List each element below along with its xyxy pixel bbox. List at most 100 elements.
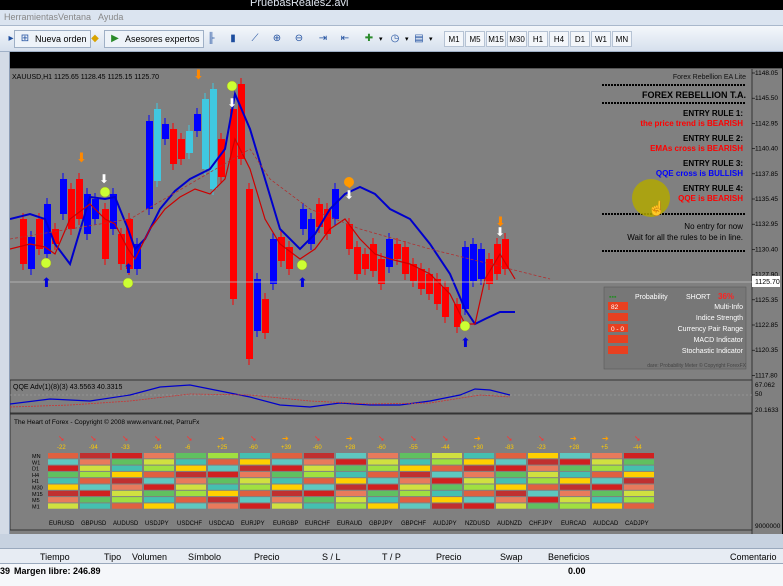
col-swap[interactable]: Swap [500, 552, 523, 562]
timeframe-m30[interactable]: M30 [507, 31, 527, 47]
heart-value: -60 [377, 445, 386, 451]
heart-cell [240, 471, 270, 478]
zoom-in-button[interactable]: ⊕ [266, 30, 288, 48]
total-profit: 0.00 [568, 566, 586, 576]
heart-cell [48, 484, 78, 490]
timeframe-d1[interactable]: D1 [570, 31, 590, 47]
menu-bar: Herramientas Ventana Ayuda [0, 10, 783, 26]
heart-cell [240, 503, 270, 509]
chart-window[interactable]: XAUUSD,H1 1125.65 1128.45 1125.15 1125.7… [10, 68, 782, 535]
timeframe-h1[interactable]: H1 [528, 31, 548, 47]
candle [354, 247, 361, 274]
candle [262, 299, 269, 333]
heart-pair-label: EURGBP [273, 521, 298, 527]
heart-cell [400, 471, 430, 478]
heart-cell [48, 453, 78, 459]
col-profit[interactable]: Beneficios [548, 552, 590, 562]
bar-chart-button[interactable]: ╟ [200, 30, 222, 48]
timeframe-w1[interactable]: W1 [591, 31, 611, 47]
heart-tf-label: D1 [32, 467, 39, 473]
new-order-button[interactable]: ⊞ Nueva orden [14, 30, 91, 48]
heart-pair-label: GBPUSD [81, 521, 107, 527]
heart-cell [368, 465, 398, 471]
heart-pair-label: AUDNZD [497, 521, 523, 527]
heart-tf-label: W1 [32, 460, 40, 466]
heart-cell [144, 478, 174, 484]
col-price[interactable]: Precio [254, 552, 280, 562]
heart-cell [432, 503, 462, 509]
qqe-axis-bottom: 20.1633 [755, 407, 779, 414]
candle [362, 254, 369, 269]
heart-cell [48, 465, 78, 471]
heart-cell [336, 503, 366, 509]
heart-cell [496, 484, 526, 490]
heart-cell [272, 459, 302, 465]
timeframe-m5[interactable]: M5 [465, 31, 485, 47]
heart-cell [272, 471, 302, 478]
candle [146, 121, 153, 209]
heart-cell [368, 503, 398, 509]
indicators-button[interactable]: ✚ ▾ [358, 30, 387, 48]
right-arrow-icon: ➔ [218, 434, 225, 443]
col-volume[interactable]: Volumen [132, 552, 167, 562]
col-type[interactable]: Tipo [104, 552, 121, 562]
col-symbol[interactable]: Símbolo [188, 552, 221, 562]
templates-button[interactable]: ▤ ▾ [408, 30, 437, 48]
menu-help[interactable]: Ayuda [98, 12, 123, 22]
heart-cell [496, 465, 526, 471]
chart-canvas[interactable]: XAUUSD,H1 1125.65 1128.45 1125.15 1125.7… [10, 69, 782, 535]
col-time[interactable]: Tiempo [40, 552, 70, 562]
heart-value: -60 [249, 445, 258, 451]
heart-cell [80, 484, 110, 490]
prob-row-label: Multi-Info [714, 304, 743, 311]
heart-cell [272, 484, 302, 490]
heart-cell [624, 497, 654, 503]
right-arrow-icon: ➔ [474, 434, 481, 443]
line-chart-button[interactable]: ⟋ [244, 30, 266, 48]
heart-cell [528, 459, 558, 465]
candle [378, 259, 385, 284]
autoscroll-button[interactable]: ⇥ [312, 30, 334, 48]
timeframe-m1[interactable]: M1 [444, 31, 464, 47]
heart-cell [112, 497, 142, 503]
heart-value: -55 [409, 445, 418, 451]
heart-pair-label: GBPCHF [401, 521, 426, 527]
chevron-down-icon: ▾ [379, 36, 383, 43]
timeframe-h4[interactable]: H4 [549, 31, 569, 47]
heart-cell [176, 453, 206, 459]
col-comment[interactable]: Comentario [730, 552, 777, 562]
timeframe-mn[interactable]: MN [612, 31, 632, 47]
heart-cell [432, 478, 462, 484]
heart-cell [144, 459, 174, 465]
terminal-column-headers: Tiempo Tipo Volumen Símbolo Precio S / L… [0, 548, 783, 564]
heart-cell [592, 471, 622, 478]
heart-cell [464, 478, 494, 484]
expert-toggle-button[interactable]: ◆ [84, 30, 106, 48]
candle [286, 247, 293, 269]
col-price-current[interactable]: Precio [436, 552, 462, 562]
down-arrow-icon: ➘ [250, 434, 257, 443]
expert-advisors-button[interactable]: ▶ Asesores expertos [104, 30, 204, 48]
heart-cell [144, 453, 174, 459]
probability-panel: ▪▪▪ Probability SHORT 36% 82 Multi-Info In… [603, 286, 747, 370]
col-sl[interactable]: S / L [322, 552, 341, 562]
down-arrow-icon: ➘ [154, 434, 161, 443]
signal-dot [122, 277, 134, 289]
timeframe-m15[interactable]: M15 [486, 31, 506, 47]
heart-cell [272, 503, 302, 509]
col-tp[interactable]: T / P [382, 552, 401, 562]
heart-title: The Heart of Forex - Copyright © 2008 ww… [14, 418, 200, 426]
heart-cell [176, 465, 206, 471]
candle-chart-button[interactable]: ▮ [222, 30, 244, 48]
menu-window[interactable]: Ventana [58, 12, 91, 22]
heart-cell [528, 503, 558, 509]
heart-cell [144, 497, 174, 503]
zoom-out-button[interactable]: ⊖ [288, 30, 310, 48]
price-tick-label: 1120.35 [755, 347, 778, 354]
autoscroll-icon: ⇥ [318, 33, 328, 44]
expert-icon: ◆ [91, 33, 99, 44]
chart-shift-icon: ⇤ [340, 33, 350, 44]
chart-shift-button[interactable]: ⇤ [334, 30, 356, 48]
prob-row-badge [608, 346, 628, 354]
menu-tools[interactable]: Herramientas [4, 12, 58, 22]
